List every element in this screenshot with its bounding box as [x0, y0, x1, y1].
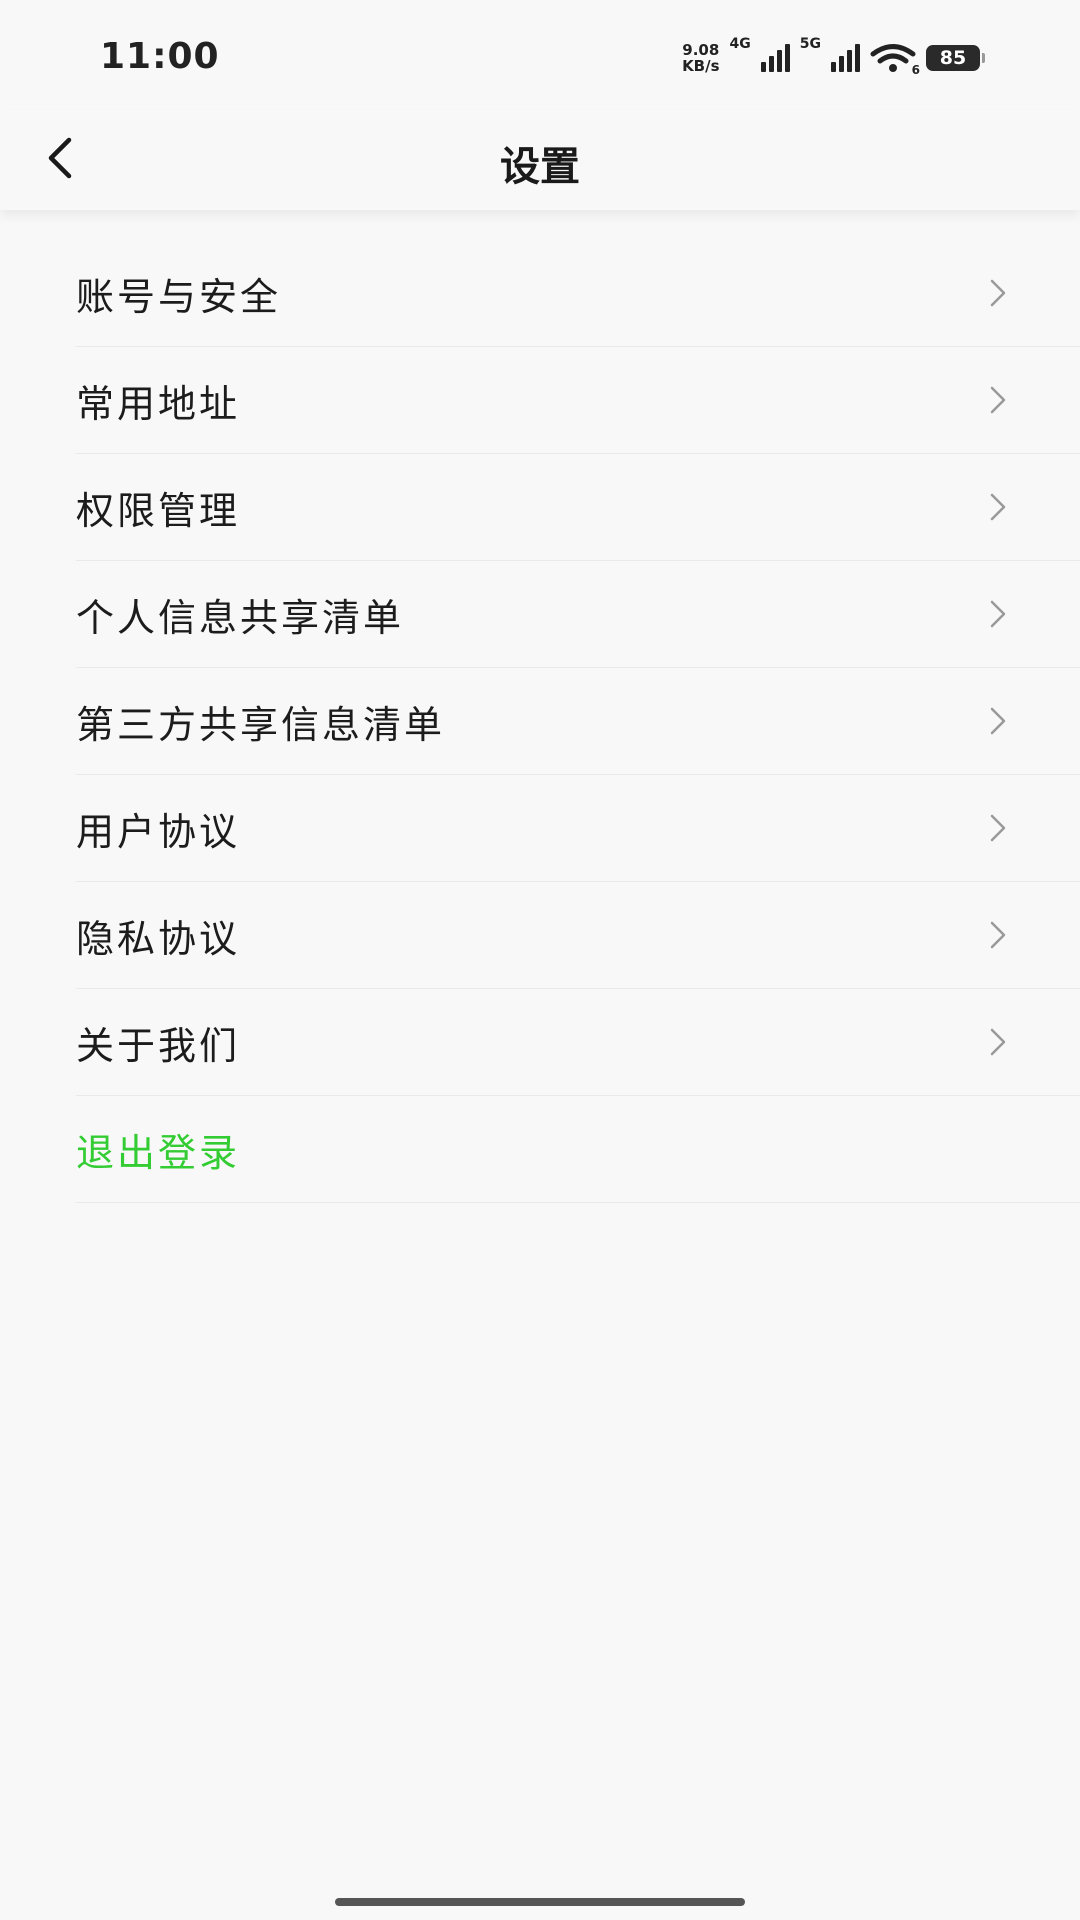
- menu-item-account-security[interactable]: 账号与安全: [76, 240, 1080, 347]
- chevron-right-icon: [990, 386, 1006, 414]
- chevron-right-icon: [990, 279, 1006, 307]
- menu-item-label: 个人信息共享清单: [76, 595, 405, 640]
- network-4g-label: 4G: [729, 36, 751, 52]
- chevron-right-icon: [990, 814, 1006, 842]
- logout-label: 退出登录: [76, 1130, 241, 1175]
- menu-item-permissions[interactable]: 权限管理: [76, 454, 1080, 561]
- menu-item-third-party-sharing[interactable]: 第三方共享信息清单: [76, 668, 1080, 775]
- header: 设置: [0, 110, 1080, 210]
- menu-item-personal-info-sharing[interactable]: 个人信息共享清单: [76, 561, 1080, 668]
- network-speed-value: 9.08: [682, 41, 720, 59]
- battery-level: 85: [939, 47, 967, 69]
- menu-item-label: 用户协议: [76, 809, 241, 854]
- chevron-right-icon: [990, 921, 1006, 949]
- logout-button[interactable]: 退出登录: [76, 1096, 1080, 1203]
- chevron-right-icon: [990, 600, 1006, 628]
- menu-item-about-us[interactable]: 关于我们: [76, 989, 1080, 1096]
- home-indicator[interactable]: [335, 1898, 745, 1906]
- network-speed: 9.08 KB/s: [682, 42, 719, 74]
- page-title: 设置: [500, 144, 580, 190]
- chevron-right-icon: [990, 1028, 1006, 1056]
- menu-item-label: 隐私协议: [76, 916, 241, 961]
- menu-item-common-address[interactable]: 常用地址: [76, 347, 1080, 454]
- menu-item-label: 账号与安全: [76, 274, 282, 319]
- signal-5g-icon: [831, 44, 860, 72]
- wifi-sub-label: 6: [911, 63, 920, 77]
- menu-item-label: 权限管理: [76, 488, 241, 533]
- chevron-right-icon: [990, 493, 1006, 521]
- battery-icon: 85: [926, 45, 985, 71]
- menu-item-label: 常用地址: [76, 381, 241, 426]
- status-icons: 9.08 KB/s 4G 5G 6 85: [682, 36, 985, 78]
- status-bar: 11:00 9.08 KB/s 4G 5G 6 85: [0, 0, 1080, 110]
- wifi-icon: 6: [870, 43, 920, 77]
- menu-item-label: 关于我们: [76, 1023, 241, 1068]
- settings-list: 账号与安全 常用地址 权限管理 个人信息共享清单 第三方共享信息清单 用户协议 …: [0, 240, 1080, 1203]
- menu-item-user-agreement[interactable]: 用户协议: [76, 775, 1080, 882]
- menu-item-privacy-agreement[interactable]: 隐私协议: [76, 882, 1080, 989]
- chevron-right-icon: [990, 707, 1006, 735]
- menu-item-label: 第三方共享信息清单: [76, 702, 446, 747]
- status-time: 11:00: [100, 36, 220, 77]
- network-speed-unit: KB/s: [682, 57, 720, 75]
- network-5g-label: 5G: [799, 36, 821, 52]
- signal-4g-icon: [760, 44, 790, 72]
